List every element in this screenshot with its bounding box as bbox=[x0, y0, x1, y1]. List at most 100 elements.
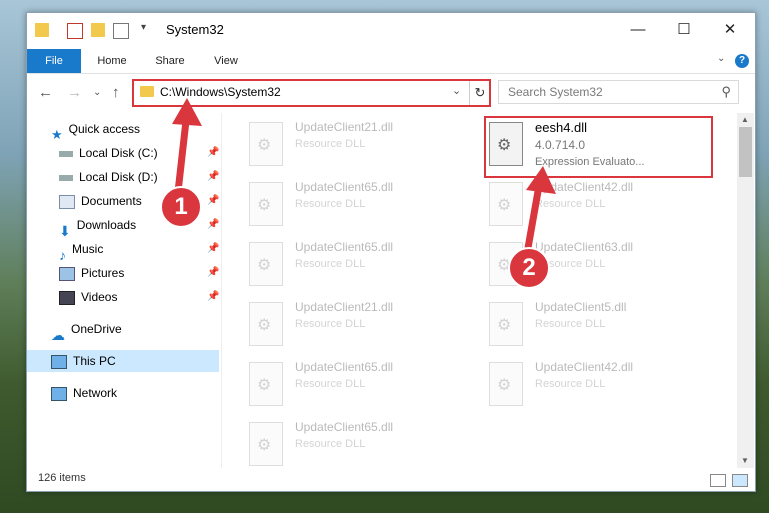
file-name: UpdateClient65.dll bbox=[295, 420, 394, 434]
up-arrow-icon[interactable]: ↑ bbox=[112, 84, 120, 101]
documents-icon bbox=[59, 194, 75, 209]
pictures-icon bbox=[59, 266, 75, 281]
file-explorer-window: ▾ System32 — ☐ ✕ File Home Share View ⌄ … bbox=[26, 12, 756, 492]
window-title: System32 bbox=[166, 22, 224, 37]
file-item[interactable]: UpdateClient65.dll Resource DLL bbox=[249, 420, 469, 472]
file-item[interactable]: UpdateClient21.dll Resource DLL bbox=[249, 300, 469, 352]
minimize-button[interactable]: — bbox=[615, 13, 661, 46]
file-description: Resource DLL bbox=[295, 138, 366, 150]
search-input[interactable]: Search System32 bbox=[508, 85, 603, 99]
nav-label: Quick access bbox=[68, 122, 141, 136]
forward-arrow-icon[interactable]: → bbox=[67, 84, 82, 101]
folder-icon bbox=[140, 86, 154, 97]
refresh-icon[interactable]: ↻ bbox=[469, 81, 490, 105]
nav-this-pc[interactable]: This PC bbox=[27, 350, 219, 372]
file-description: Resource DLL bbox=[295, 318, 366, 330]
address-path[interactable]: C:\Windows\System32 bbox=[160, 85, 281, 99]
file-description: Resource DLL bbox=[535, 318, 606, 330]
nav-downloads[interactable]: ⬇ Downloads bbox=[59, 214, 137, 239]
file-name: UpdateClient65.dll bbox=[295, 240, 394, 254]
file-item[interactable]: UpdateClient65.dll Resource DLL bbox=[249, 240, 469, 292]
nav-label: This PC bbox=[73, 354, 116, 368]
file-description: Resource DLL bbox=[295, 258, 366, 270]
file-item[interactable]: UpdateClient42.dll Resource DLL bbox=[489, 360, 709, 412]
ribbon-expand-icon[interactable]: ⌄ bbox=[717, 53, 725, 64]
recent-locations-icon[interactable]: ⌄ bbox=[93, 87, 101, 98]
search-icon[interactable]: ⚲ bbox=[721, 84, 731, 100]
file-name: UpdateClient21.dll bbox=[295, 120, 394, 134]
nav-network[interactable]: Network bbox=[51, 382, 117, 404]
pin-icon[interactable]: 📌 bbox=[207, 219, 219, 230]
dll-file-icon bbox=[249, 182, 283, 226]
maximize-button[interactable]: ☐ bbox=[661, 13, 707, 46]
downloads-icon: ⬇ bbox=[59, 222, 71, 239]
nav-label: Pictures bbox=[81, 266, 125, 280]
file-item[interactable]: UpdateClient65.dll Resource DLL bbox=[249, 180, 469, 232]
file-item[interactable]: UpdateClient5.dll Resource DLL bbox=[489, 300, 709, 352]
drive-icon bbox=[59, 150, 73, 157]
dll-file-icon bbox=[489, 182, 523, 226]
file-description: Resource DLL bbox=[535, 198, 606, 210]
back-arrow-icon[interactable]: ← bbox=[38, 84, 53, 101]
nav-local-disk-d[interactable]: Local Disk (D:) bbox=[59, 166, 158, 188]
tab-file[interactable]: File bbox=[27, 49, 81, 73]
nav-label: Network bbox=[73, 386, 118, 400]
dll-file-icon bbox=[249, 122, 283, 166]
nav-documents[interactable]: Documents bbox=[59, 190, 142, 212]
nav-local-disk-c[interactable]: Local Disk (C:) bbox=[59, 142, 158, 164]
step-badge-1: 1 bbox=[160, 186, 202, 228]
file-item[interactable]: UpdateClient65.dll Resource DLL bbox=[249, 360, 469, 412]
quick-access-dropdown-icon[interactable]: ▾ bbox=[141, 22, 146, 33]
file-name: UpdateClient42.dll bbox=[535, 180, 634, 194]
file-item[interactable]: UpdateClient21.dll Resource DLL bbox=[249, 120, 469, 172]
help-icon[interactable]: ? bbox=[735, 54, 749, 68]
star-icon: ★ bbox=[51, 126, 63, 142]
tab-home[interactable]: Home bbox=[85, 49, 139, 73]
videos-icon bbox=[59, 290, 75, 305]
properties-icon[interactable] bbox=[67, 23, 83, 39]
vertical-scrollbar[interactable]: ▲ ▼ bbox=[737, 113, 754, 468]
file-description: Resource DLL bbox=[295, 378, 366, 390]
nav-videos[interactable]: Videos bbox=[59, 286, 117, 308]
dll-file-icon bbox=[489, 362, 523, 406]
network-icon bbox=[51, 386, 67, 401]
scroll-thumb[interactable] bbox=[739, 127, 752, 177]
nav-label: Local Disk (C:) bbox=[79, 146, 158, 160]
file-description: Resource DLL bbox=[535, 378, 606, 390]
tab-view[interactable]: View bbox=[199, 49, 253, 73]
new-folder-icon[interactable] bbox=[91, 23, 105, 37]
item-count: 126 items bbox=[38, 472, 86, 484]
pin-icon[interactable]: 📌 bbox=[207, 147, 219, 158]
pin-icon[interactable]: 📌 bbox=[207, 243, 219, 254]
quick-access-customize-icon[interactable] bbox=[113, 23, 129, 39]
pin-icon[interactable]: 📌 bbox=[207, 171, 219, 182]
nav-onedrive[interactable]: ☁ OneDrive bbox=[51, 318, 122, 343]
close-button[interactable]: ✕ bbox=[707, 13, 753, 46]
address-bar[interactable]: C:\Windows\System32 ⌄ ↻ bbox=[132, 79, 491, 107]
nav-pictures[interactable]: Pictures bbox=[59, 262, 124, 284]
file-name: UpdateClient42.dll bbox=[535, 360, 634, 374]
nav-quick-access[interactable]: ★ Quick access bbox=[51, 118, 141, 142]
tab-share[interactable]: Share bbox=[143, 49, 197, 73]
details-view-icon[interactable] bbox=[710, 474, 726, 487]
dll-file-icon bbox=[249, 422, 283, 466]
dll-file-icon bbox=[249, 242, 283, 286]
nav-label: Downloads bbox=[76, 218, 137, 232]
nav-label: OneDrive bbox=[71, 322, 122, 336]
pin-icon[interactable]: 📌 bbox=[207, 267, 219, 278]
pin-icon[interactable]: 📌 bbox=[207, 291, 219, 302]
file-name: UpdateClient21.dll bbox=[295, 300, 394, 314]
drive-icon bbox=[59, 174, 73, 181]
scroll-up-icon[interactable]: ▲ bbox=[741, 115, 749, 124]
scroll-down-icon[interactable]: ▼ bbox=[741, 456, 749, 465]
dll-file-icon bbox=[249, 362, 283, 406]
search-box[interactable]: Search System32 ⚲ bbox=[498, 80, 739, 104]
file-name: UpdateClient5.dll bbox=[535, 300, 627, 314]
pin-icon[interactable]: 📌 bbox=[207, 195, 219, 206]
file-name: UpdateClient63.dll bbox=[535, 240, 634, 254]
file-item[interactable]: UpdateClient42.dll Resource DLL bbox=[489, 180, 709, 232]
chevron-down-icon[interactable]: ⌄ bbox=[452, 84, 461, 97]
dll-file-icon bbox=[249, 302, 283, 346]
nav-music[interactable]: ♪ Music bbox=[59, 238, 103, 263]
large-icons-view-icon[interactable] bbox=[732, 474, 748, 487]
